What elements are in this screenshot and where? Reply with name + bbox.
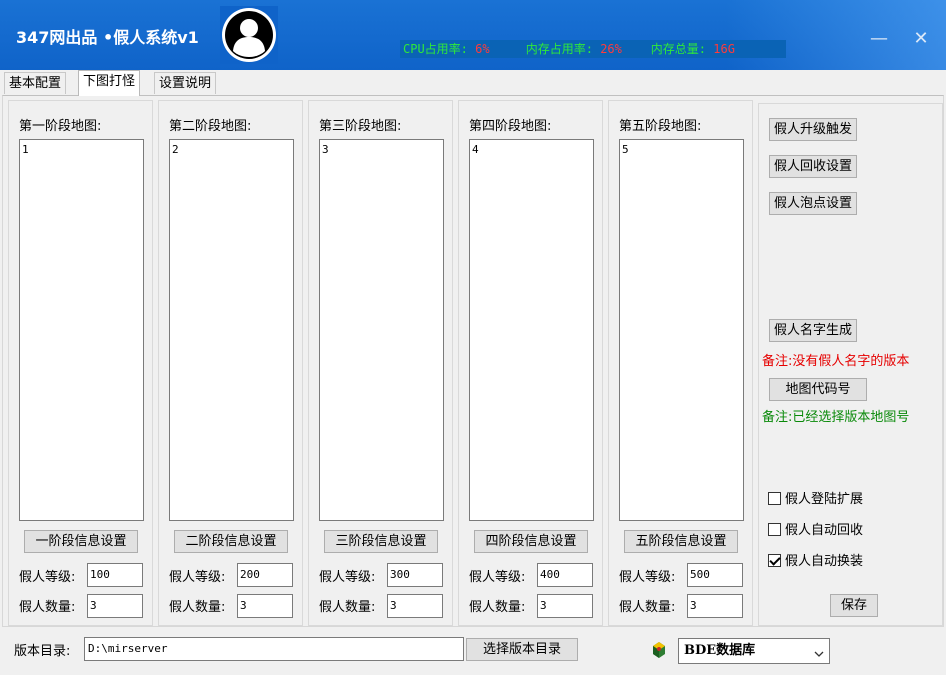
stage-map-memo[interactable]: 5 [619, 139, 744, 521]
minimize-button[interactable]: — [864, 24, 894, 54]
level-input[interactable]: 200 [237, 563, 293, 587]
stage-info-button[interactable]: 五阶段信息设置 [624, 530, 738, 553]
stage-info-button[interactable]: 三阶段信息设置 [324, 530, 438, 553]
stage-group-2: 第二阶段地图: 2 二阶段信息设置 假人等级: 200 假人数量: 3 [158, 100, 303, 626]
cpu-label: CPU占用率: [403, 42, 468, 56]
level-label: 假人等级: [19, 570, 76, 585]
close-button[interactable]: ✕ [906, 24, 936, 54]
stage-group-5: 第五阶段地图: 5 五阶段信息设置 假人等级: 500 假人数量: 3 [608, 100, 753, 626]
upgrade-trigger-button[interactable]: 假人升级触发 [769, 118, 858, 141]
level-input[interactable]: 500 [687, 563, 743, 587]
mem-total-value: 16G [713, 42, 735, 56]
level-label: 假人等级: [469, 570, 526, 585]
stage-title: 第五阶段地图: [619, 119, 702, 134]
name-generate-button[interactable]: 假人名字生成 [769, 319, 858, 342]
count-label: 假人数量: [169, 600, 226, 615]
checkbox-box-checked[interactable] [768, 554, 781, 567]
count-input[interactable]: 3 [387, 594, 443, 618]
stage-title: 第二阶段地图: [169, 119, 252, 134]
save-button[interactable]: 保存 [830, 594, 878, 617]
chevron-down-icon [813, 645, 825, 657]
stage-map-memo[interactable]: 2 [169, 139, 294, 521]
stage-info-button[interactable]: 二阶段信息设置 [174, 530, 288, 553]
stage-group-3: 第三阶段地图: 3 三阶段信息设置 假人等级: 300 假人数量: 3 [308, 100, 453, 626]
version-dir-input[interactable]: D:\mirserver [84, 637, 464, 661]
note-map-selected: 备注:已经选择版本地图号 [762, 410, 910, 425]
database-select[interactable]: BDE数据库 [678, 638, 830, 664]
checkbox-label: 假人自动回收 [785, 523, 864, 538]
bde-database-icon [650, 641, 668, 659]
note-no-names: 备注:没有假人名字的版本 [762, 354, 910, 369]
checkbox-auto-recycle[interactable]: 假人自动回收 [768, 519, 863, 538]
select-version-dir-button[interactable]: 选择版本目录 [466, 638, 578, 661]
checkbox-box[interactable] [768, 523, 781, 536]
avatar-icon [220, 6, 278, 64]
level-label: 假人等级: [319, 570, 376, 585]
count-label: 假人数量: [469, 600, 526, 615]
count-label: 假人数量: [619, 600, 676, 615]
stage-info-button[interactable]: 一阶段信息设置 [24, 530, 138, 553]
tab-basic-config[interactable]: 基本配置 [4, 72, 67, 94]
stage-map-memo[interactable]: 1 [19, 139, 144, 521]
checkbox-box[interactable] [768, 492, 781, 505]
tab-map-hunting[interactable]: 下图打怪 [78, 70, 141, 96]
count-label: 假人数量: [19, 600, 76, 615]
checkbox-login-extension[interactable]: 假人登陆扩展 [768, 488, 863, 507]
count-input[interactable]: 3 [237, 594, 293, 618]
stage-title: 第一阶段地图: [19, 119, 102, 134]
count-input[interactable]: 3 [537, 594, 593, 618]
stage-map-memo[interactable]: 4 [469, 139, 594, 521]
map-code-button[interactable]: 地图代码号 [769, 378, 867, 401]
stage-title: 第三阶段地图: [319, 119, 402, 134]
level-label: 假人等级: [619, 570, 676, 585]
level-label: 假人等级: [169, 570, 226, 585]
level-input[interactable]: 400 [537, 563, 593, 587]
afk-settings-button[interactable]: 假人泡点设置 [769, 192, 858, 215]
mem-value: 26% [600, 42, 622, 56]
stage-group-4: 第四阶段地图: 4 四阶段信息设置 假人等级: 400 假人数量: 3 [458, 100, 603, 626]
stage-title: 第四阶段地图: [469, 119, 552, 134]
level-input[interactable]: 300 [387, 563, 443, 587]
count-input[interactable]: 3 [687, 594, 743, 618]
app-title: 347网出品 •假人系统v1 [16, 28, 199, 47]
checkbox-label: 假人登陆扩展 [785, 492, 864, 507]
level-input[interactable]: 100 [87, 563, 143, 587]
count-label: 假人数量: [319, 600, 376, 615]
database-select-value: BDE数据库 [684, 643, 756, 658]
mem-label: 内存占用率: [525, 42, 593, 56]
system-stats: CPU占用率: 6% 内存占用率: 26% 内存总量: 16G [400, 40, 786, 58]
cpu-value: 6% [475, 42, 490, 56]
version-dir-label: 版本目录: [14, 644, 71, 659]
checkbox-label: 假人自动换装 [785, 554, 864, 569]
count-input[interactable]: 3 [87, 594, 143, 618]
stage-info-button[interactable]: 四阶段信息设置 [474, 530, 588, 553]
tab-instructions[interactable]: 设置说明 [154, 72, 217, 94]
title-bar: 347网出品 •假人系统v1 CPU占用率: 6% 内存占用率: 26% 内存总… [0, 0, 946, 70]
stage-map-memo[interactable]: 3 [319, 139, 444, 521]
mem-total-label: 内存总量: [650, 42, 707, 56]
recycle-settings-button[interactable]: 假人回收设置 [769, 155, 858, 178]
stage-group-1: 第一阶段地图: 1 一阶段信息设置 假人等级: 100 假人数量: 3 [8, 100, 153, 626]
bot-settings-group: 假人升级触发 假人回收设置 假人泡点设置 假人名字生成 备注:没有假人名字的版本… [758, 103, 943, 626]
checkbox-auto-equip[interactable]: 假人自动换装 [768, 550, 863, 569]
